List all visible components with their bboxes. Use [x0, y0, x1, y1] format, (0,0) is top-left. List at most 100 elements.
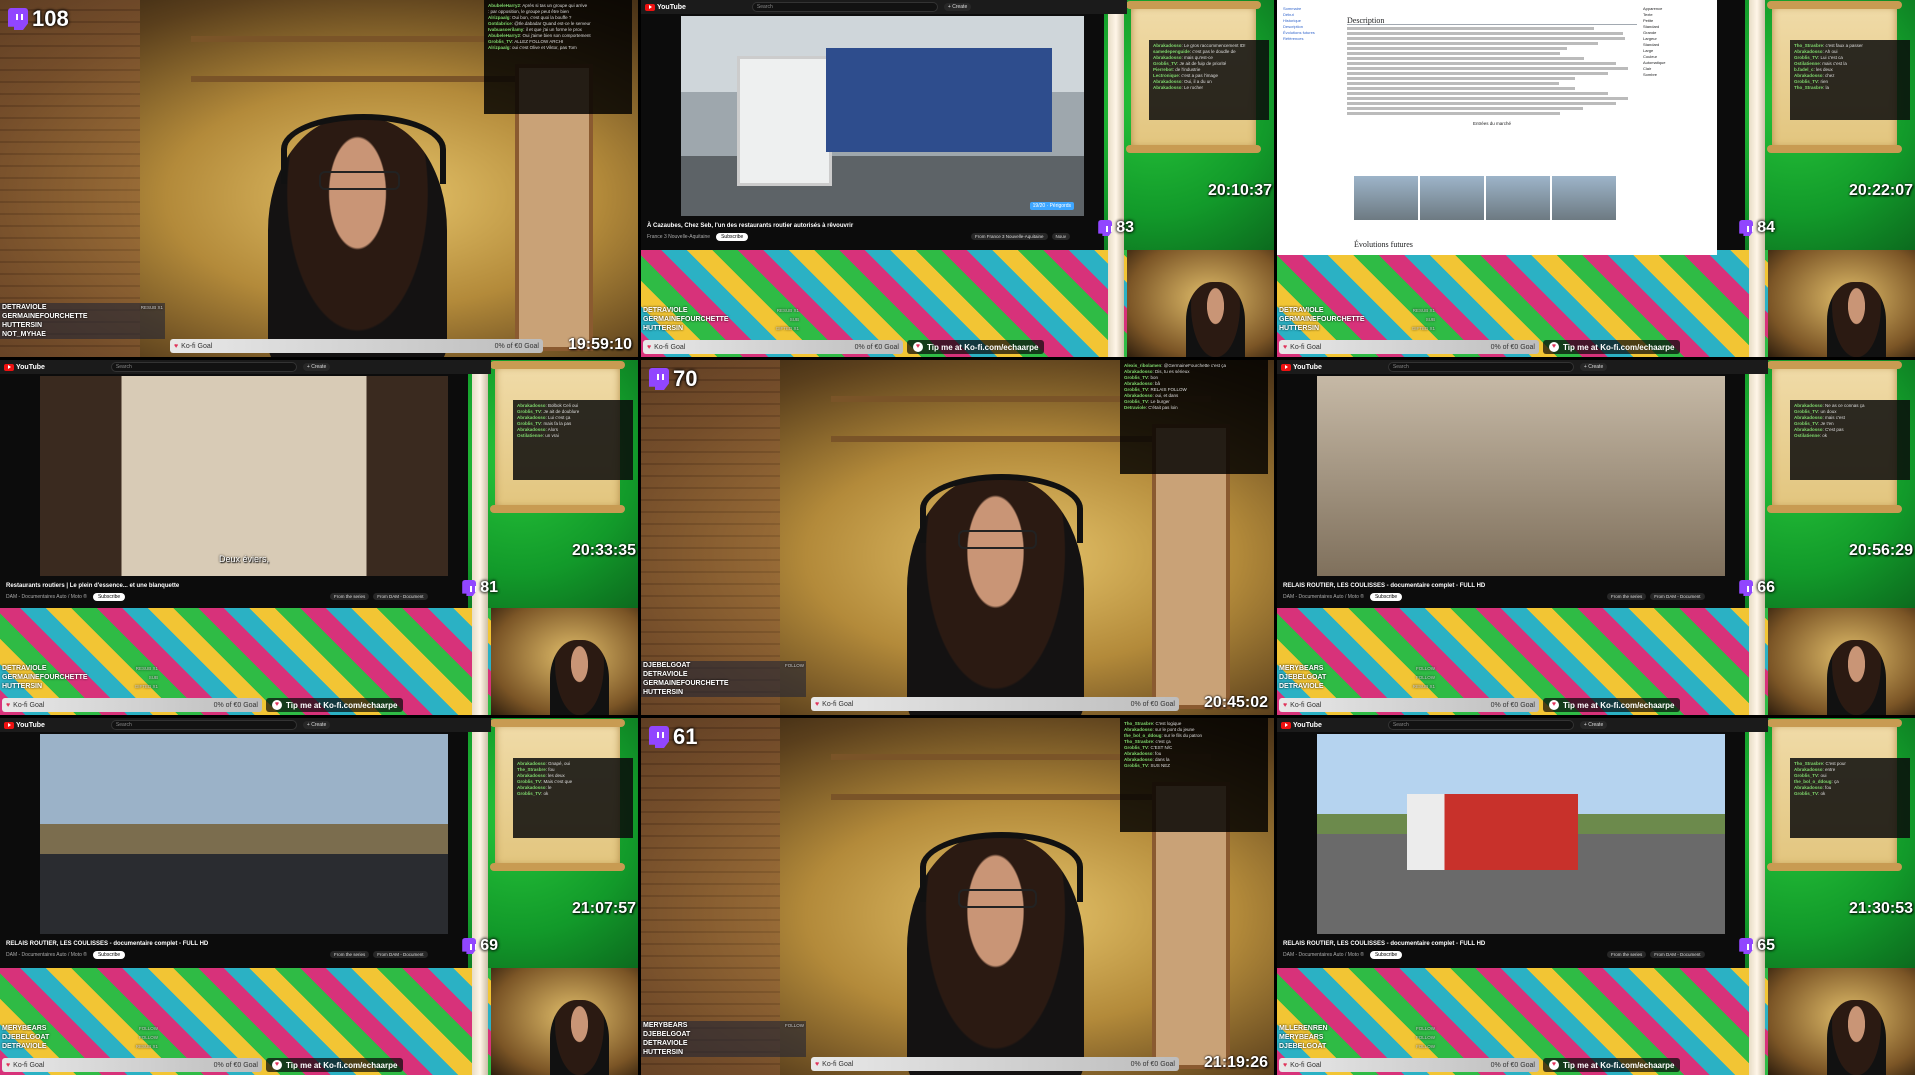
channel-name[interactable]: DAM - Documentaires Auto / Moto ® — [1283, 594, 1364, 600]
chat-username: Ostilatienne — [1794, 433, 1820, 438]
event-name: GERMAINEFOURCHETTE — [643, 680, 729, 687]
event-tag: GIFTED X1 — [775, 326, 799, 331]
channel-name[interactable]: France 3 Nouvelle-Aquitaine — [647, 234, 710, 240]
event-tag: FOLLOW — [1415, 1035, 1435, 1040]
youtube-logo[interactable]: YouTube — [1281, 721, 1322, 729]
youtube-logo[interactable]: YouTube — [1281, 363, 1322, 371]
channel-name[interactable]: DAM - Documentaires Auto / Moto ® — [6, 594, 87, 600]
filter-chip[interactable]: From France 3 Nouvelle-Aquitaine — [971, 233, 1048, 240]
event-tag: FOLLOW — [138, 1035, 158, 1040]
tip-text: Tip me at Ko-fi.com/echaarpe — [286, 700, 398, 710]
chat-text: rien — [1820, 79, 1829, 84]
kofi-goal-bar: ♥ Ko-fi Goal 0% of €0 Goal — [1279, 698, 1539, 712]
video-title: À Cazaubes, Chez Seb, l'un des restauran… — [647, 223, 854, 229]
chat-username: Abrakadosso — [1794, 73, 1823, 78]
chat-overlay: Tho_Strasbre: C'est pour Abrakadosso: ent… — [1790, 758, 1910, 838]
filter-chip[interactable]: From the series — [1607, 593, 1647, 600]
filter-chip[interactable]: From the series — [330, 593, 370, 600]
create-button[interactable]: + Create — [302, 363, 331, 371]
subscribe-button[interactable]: Subscribe — [92, 593, 126, 601]
subscribe-button[interactable]: Subscribe — [92, 951, 126, 959]
chat-username: Abrakadosso — [1794, 427, 1823, 432]
gallery-image[interactable] — [1420, 176, 1484, 220]
chat-username: Alrizpaalg — [488, 45, 510, 50]
video-title: RELAIS ROUTIER, LES COULISSES - document… — [1283, 941, 1486, 947]
filter-chip[interactable]: From DAM - Document — [1650, 951, 1705, 958]
video-player[interactable]: Deux éviers, — [40, 376, 448, 576]
goal-progress: 0% of €0 Goal — [213, 701, 258, 709]
chat-username: Alexis_ribolamen — [1124, 363, 1162, 368]
filter-chip[interactable]: Nouv — [1051, 233, 1071, 240]
chat-username: the_bol_o_ddoug — [1794, 779, 1832, 784]
event-row: NOT_MYHAE — [0, 330, 165, 339]
goal-label: Ko-fi Goal — [1290, 1061, 1322, 1069]
filter-chip[interactable]: From DAM - Document — [1650, 593, 1705, 600]
wiki-toc-link[interactable]: Références — [1283, 36, 1338, 42]
chat-text: C'est pas — [1825, 427, 1844, 432]
event-list: DETRAVIOLE RESUB X1 GERMAINEFOURCHETTE SUB H… — [1277, 306, 1437, 333]
youtube-logo[interactable]: YouTube — [645, 3, 686, 11]
wiki-sidebar: Sommaire Début Historique Description Évolut… — [1283, 6, 1338, 42]
tip-text: Tip me at Ko-fi.com/echaarpe — [1563, 700, 1675, 710]
search-input[interactable]: Search — [1387, 720, 1574, 730]
subscribe-button[interactable]: Subscribe — [716, 233, 749, 241]
viewer-count: 108 — [8, 6, 69, 32]
event-tag: GIFTED X1 — [134, 684, 158, 689]
gallery-image[interactable] — [1486, 176, 1550, 220]
create-button[interactable]: + Create — [302, 721, 331, 729]
twitch-icon — [1739, 938, 1754, 954]
stream-thumbnail-t7: YouTube Search + Create RELAIS ROUTIER, LES… — [0, 718, 638, 1075]
kofi-heart-icon: ♥ — [1549, 342, 1559, 352]
filter-chip[interactable]: From DAM - Document — [373, 951, 428, 958]
create-button[interactable]: + Create — [1579, 721, 1608, 729]
event-tag: FOLLOW — [1415, 675, 1435, 680]
filter-chip[interactable]: From the series — [330, 951, 370, 958]
chat-text: Ne as ce connas ça — [1825, 403, 1865, 408]
chat-username: Abrakadosso — [1794, 49, 1823, 54]
tip-text: Tip me at Ko-fi.com/echaarpe — [1563, 342, 1675, 352]
event-name: HUTTERSIN — [643, 1049, 684, 1056]
event-list: DJEBELGOAT FOLLOW DETRAVIOLE GERMAINEFOURCH… — [641, 661, 806, 697]
timestamp: 19:59:10 — [567, 336, 632, 353]
appearance-option[interactable]: Sombre — [1643, 72, 1713, 78]
video-player[interactable]: 19/20 · Périgords — [681, 16, 1084, 216]
chat-message: Groblis_TV: SUS NEZ — [1124, 763, 1264, 769]
chat-username: Groblis_TV — [1124, 763, 1149, 768]
create-button[interactable]: + Create — [1579, 363, 1608, 371]
chat-text: Le gros raccommencement ID! — [1184, 43, 1246, 48]
youtube-logo[interactable]: YouTube — [4, 721, 45, 729]
video-player[interactable] — [1317, 734, 1725, 934]
viewer-number: 108 — [32, 6, 69, 31]
channel-name[interactable]: DAM - Documentaires Auto / Moto ® — [1283, 952, 1364, 958]
youtube-logo[interactable]: YouTube — [4, 363, 45, 371]
chat-username: Lectronique — [1153, 73, 1179, 78]
event-name: DJEBELGOAT — [643, 662, 691, 669]
stream-thumbnail-t8: 61 Tho_Strasbre: C'est logique Abrakadosso… — [641, 718, 1274, 1075]
youtube-brand: YouTube — [16, 363, 45, 371]
event-row: DETRAVIOLE — [641, 670, 806, 679]
gallery-image[interactable] — [1552, 176, 1616, 220]
search-input[interactable]: Search — [1387, 362, 1574, 372]
subscribe-button[interactable]: Subscribe — [1369, 593, 1403, 601]
channel-name[interactable]: DAM - Documentaires Auto / Moto ® — [6, 952, 87, 958]
filter-chip[interactable]: From the series — [1607, 951, 1647, 958]
create-button[interactable]: + Create — [943, 3, 972, 11]
webcam-mini — [1127, 250, 1274, 357]
chat-text: C'est logique — [1155, 721, 1182, 726]
video-player[interactable] — [1317, 376, 1725, 576]
chat-message: Ostilatienne: ok — [1794, 433, 1906, 439]
event-tag: SUB — [1425, 317, 1435, 322]
search-input[interactable]: Search — [751, 2, 938, 12]
video-player[interactable] — [40, 734, 448, 934]
filter-chip[interactable]: From DAM - Document — [373, 593, 428, 600]
heart-icon: ♥ — [1283, 343, 1288, 351]
pillar-decoration — [1108, 0, 1124, 357]
search-input[interactable]: Search — [110, 362, 297, 372]
gallery — [1354, 176, 1616, 220]
gallery-image[interactable] — [1354, 176, 1418, 220]
search-input[interactable]: Search — [110, 720, 297, 730]
chat-username: Abrakadosso — [1794, 767, 1823, 772]
twitch-icon — [462, 580, 477, 596]
subscribe-button[interactable]: Subscribe — [1369, 951, 1403, 959]
kofi-heart-icon: ♥ — [1549, 700, 1559, 710]
